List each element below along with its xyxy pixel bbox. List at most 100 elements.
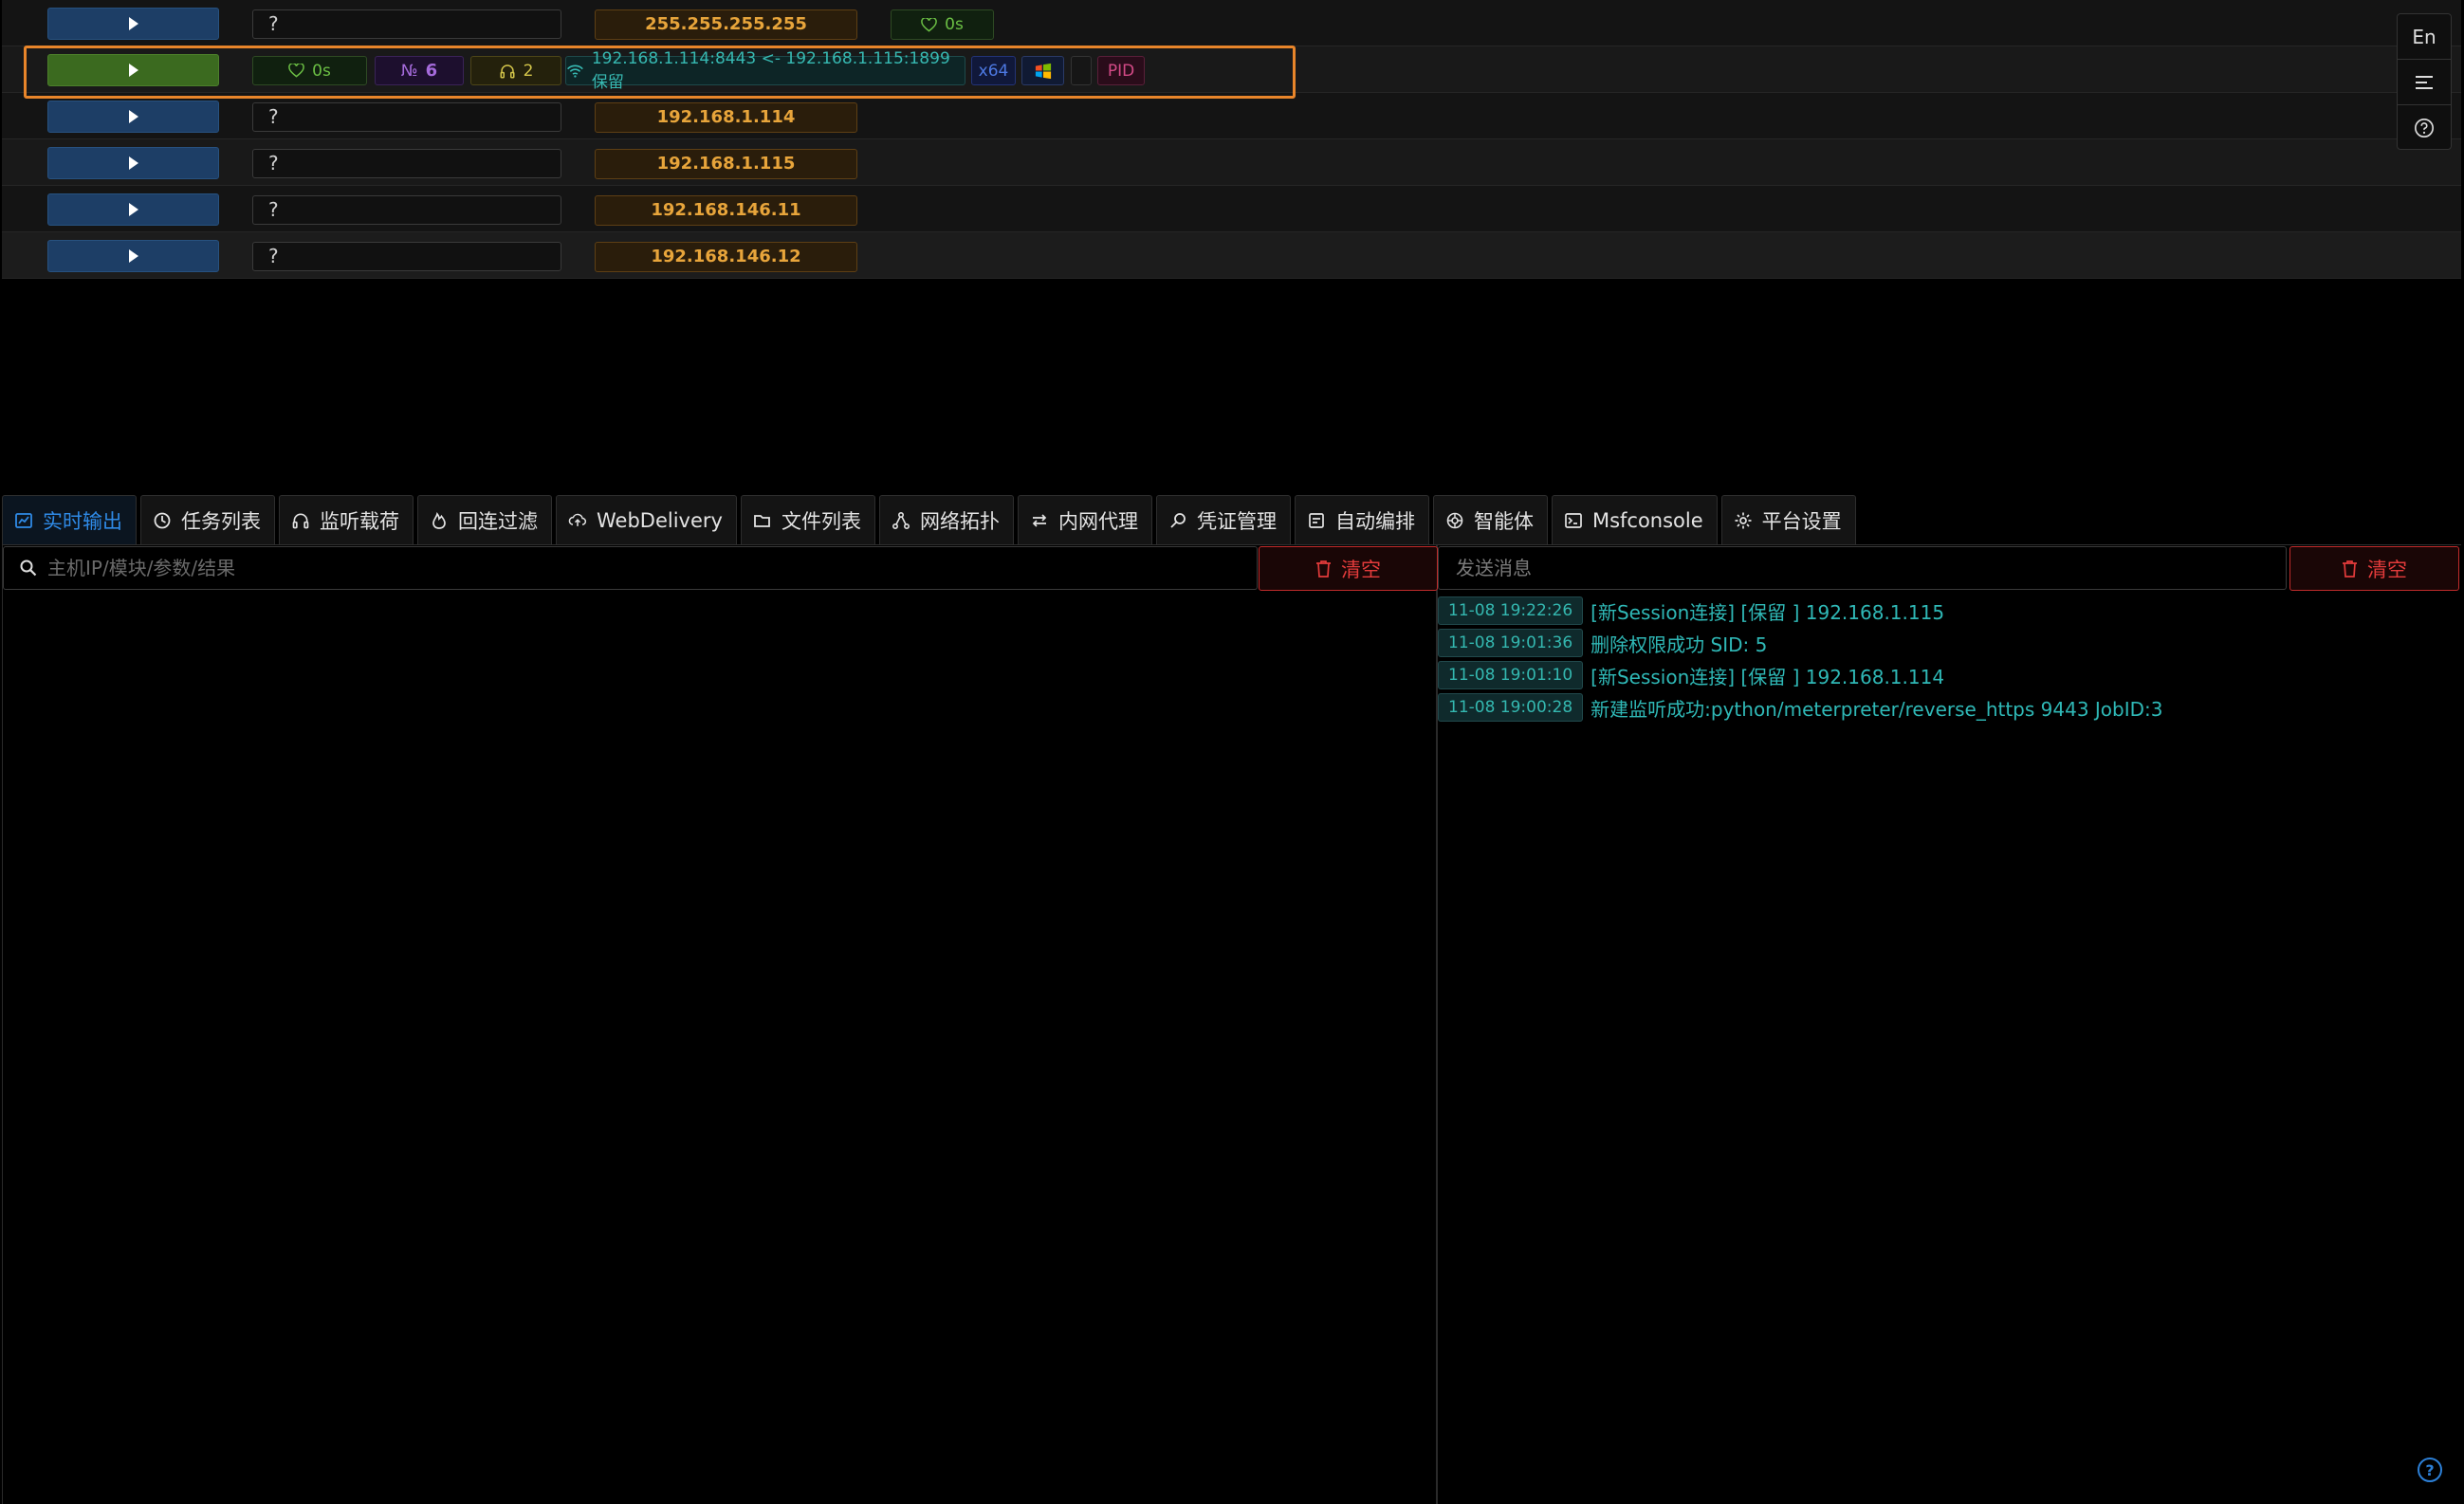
host-info-unknown: ? (252, 149, 561, 178)
side-toolbar: En (2397, 13, 2452, 150)
tab-platform-settings[interactable]: 平台设置 (1720, 495, 1856, 544)
tab-listeners[interactable]: 监听载荷 (279, 495, 414, 544)
folder-icon (753, 511, 772, 530)
expand-button[interactable] (47, 240, 219, 272)
help-float-button[interactable]: ? (2418, 1458, 2442, 1482)
search-icon (20, 559, 37, 577)
message-input-wrapper (1438, 546, 2287, 590)
clear-messages-button[interactable]: 清空 (2289, 546, 2459, 591)
heartbeat-value: 0s (945, 15, 964, 34)
tab-label: 平台设置 (1761, 509, 1842, 533)
heart-icon (921, 17, 937, 32)
connection-badge[interactable]: 192.168.1.114:8443 <- 192.168.1.115:1899… (565, 49, 965, 92)
tab-task-list[interactable]: 任务列表 (140, 495, 275, 544)
host-ip: 192.168.1.114 (595, 102, 857, 133)
host-row[interactable]: ? 192.168.1.114 (2, 93, 2461, 139)
log-message: 删除权限成功 SID: 5 (1591, 633, 1768, 656)
headset-icon (500, 64, 515, 78)
host-ip: 192.168.146.12 (595, 242, 857, 272)
tab-label: 回连过滤 (458, 509, 538, 533)
tab-label: 凭证管理 (1196, 509, 1277, 533)
session-id-badge[interactable]: № 6 (375, 56, 464, 85)
heartbeat-badge: 0s (252, 56, 367, 85)
clear-output-button[interactable]: 清空 (1259, 546, 1438, 591)
tab-credentials[interactable]: 凭证管理 (1155, 495, 1291, 544)
gear-icon (1734, 511, 1753, 530)
help-button[interactable] (2398, 105, 2451, 151)
pid-badge[interactable]: PID (1097, 56, 1145, 85)
host-ip: 192.168.146.11 (595, 195, 857, 226)
menu-button[interactable] (2398, 60, 2451, 105)
tab-label: WebDelivery (597, 508, 723, 532)
agent-icon (1445, 511, 1464, 530)
headset-icon (291, 511, 310, 530)
number-sign-icon: № (400, 61, 418, 81)
expand-button[interactable] (47, 54, 219, 86)
trash-icon (1316, 559, 1331, 578)
play-icon (128, 64, 138, 77)
realtime-icon (14, 511, 33, 530)
host-row[interactable]: ? 192.168.146.11 (2, 186, 2461, 232)
tab-file-list[interactable]: 文件列表 (740, 495, 875, 544)
host-row[interactable]: ? 255.255.255.255 0s (2, 0, 2461, 46)
host-ip: 192.168.1.115 (595, 149, 857, 179)
clear-label: 清空 (2367, 558, 2407, 581)
trash-icon (2343, 559, 2357, 578)
clear-label: 清空 (1341, 558, 1381, 581)
expand-button[interactable] (47, 193, 219, 226)
tab-label: Msfconsole (1591, 508, 1703, 532)
play-icon (128, 156, 138, 170)
log-timestamp: 11-08 19:01:36 (1438, 629, 1584, 657)
log-timestamp: 11-08 19:00:28 (1438, 693, 1584, 722)
menu-lines-icon (2416, 75, 2433, 89)
listener-badge[interactable]: 2 (470, 56, 561, 85)
tab-label: 实时输出 (43, 509, 122, 533)
log-message: [新Session连接] [保留 ] 192.168.1.114 (1591, 665, 1945, 688)
tab-auto-orchestration[interactable]: 自动编排 (1294, 495, 1429, 544)
host-info-unknown: ? (252, 195, 561, 225)
tab-label: 监听载荷 (320, 509, 399, 533)
empty-badge (1071, 56, 1092, 85)
expand-button[interactable] (47, 147, 219, 179)
clock-icon (153, 511, 172, 530)
tab-label: 内网代理 (1057, 509, 1138, 533)
log-entry: 11-08 19:01:36 删除权限成功 SID: 5 (1438, 627, 2461, 659)
host-row[interactable]: ? 192.168.1.115 (2, 139, 2461, 186)
host-info-unknown: ? (252, 242, 561, 271)
tab-intranet-proxy[interactable]: 内网代理 (1017, 495, 1152, 544)
tab-label: 智能体 (1473, 509, 1534, 533)
tab-label: 文件列表 (781, 509, 861, 533)
expand-button[interactable] (47, 8, 219, 40)
host-ip: 255.255.255.255 (595, 9, 857, 40)
play-icon (128, 110, 138, 123)
cloud-icon (568, 511, 587, 530)
tab-label: 自动编排 (1334, 509, 1415, 533)
search-input[interactable] (47, 557, 1186, 579)
session-row[interactable]: 0s № 6 2 192.168.1.114:8443 <- 192.168.1… (2, 46, 2461, 93)
tab-connect-filter[interactable]: 回连过滤 (417, 495, 552, 544)
arch-badge: x64 (971, 56, 1016, 85)
log-timestamp: 11-08 19:01:10 (1438, 661, 1584, 689)
heart-icon (288, 64, 304, 78)
tab-webdelivery[interactable]: WebDelivery (556, 495, 737, 544)
host-row[interactable]: ? 192.168.146.12 (2, 232, 2461, 279)
topology-icon (892, 511, 910, 530)
wifi-icon (567, 64, 583, 78)
tab-realtime-output[interactable]: 实时输出 (2, 495, 137, 544)
message-input[interactable] (1456, 557, 2271, 579)
language-toggle-button[interactable]: En (2398, 14, 2451, 60)
key-icon (1168, 511, 1187, 530)
main-tabs: 实时输出 任务列表 监听载荷 回连过滤 WebDelivery 文件列表 网络拓… (2, 495, 2461, 545)
play-icon (128, 17, 138, 30)
log-entry: 11-08 19:22:26 [新Session连接] [保留 ] 192.16… (1438, 595, 2461, 627)
host-info-unknown: ? (252, 9, 561, 39)
tab-agent[interactable]: 智能体 (1432, 495, 1548, 544)
terminal-icon (1564, 511, 1583, 530)
tab-msfconsole[interactable]: Msfconsole (1551, 495, 1718, 544)
expand-button[interactable] (47, 101, 219, 133)
search-bar (3, 546, 1258, 590)
play-icon (128, 249, 138, 263)
tab-network-topology[interactable]: 网络拓扑 (878, 495, 1014, 544)
tab-label: 任务列表 (181, 509, 261, 533)
connection-text: 192.168.1.114:8443 <- 192.168.1.115:1899… (591, 49, 950, 92)
